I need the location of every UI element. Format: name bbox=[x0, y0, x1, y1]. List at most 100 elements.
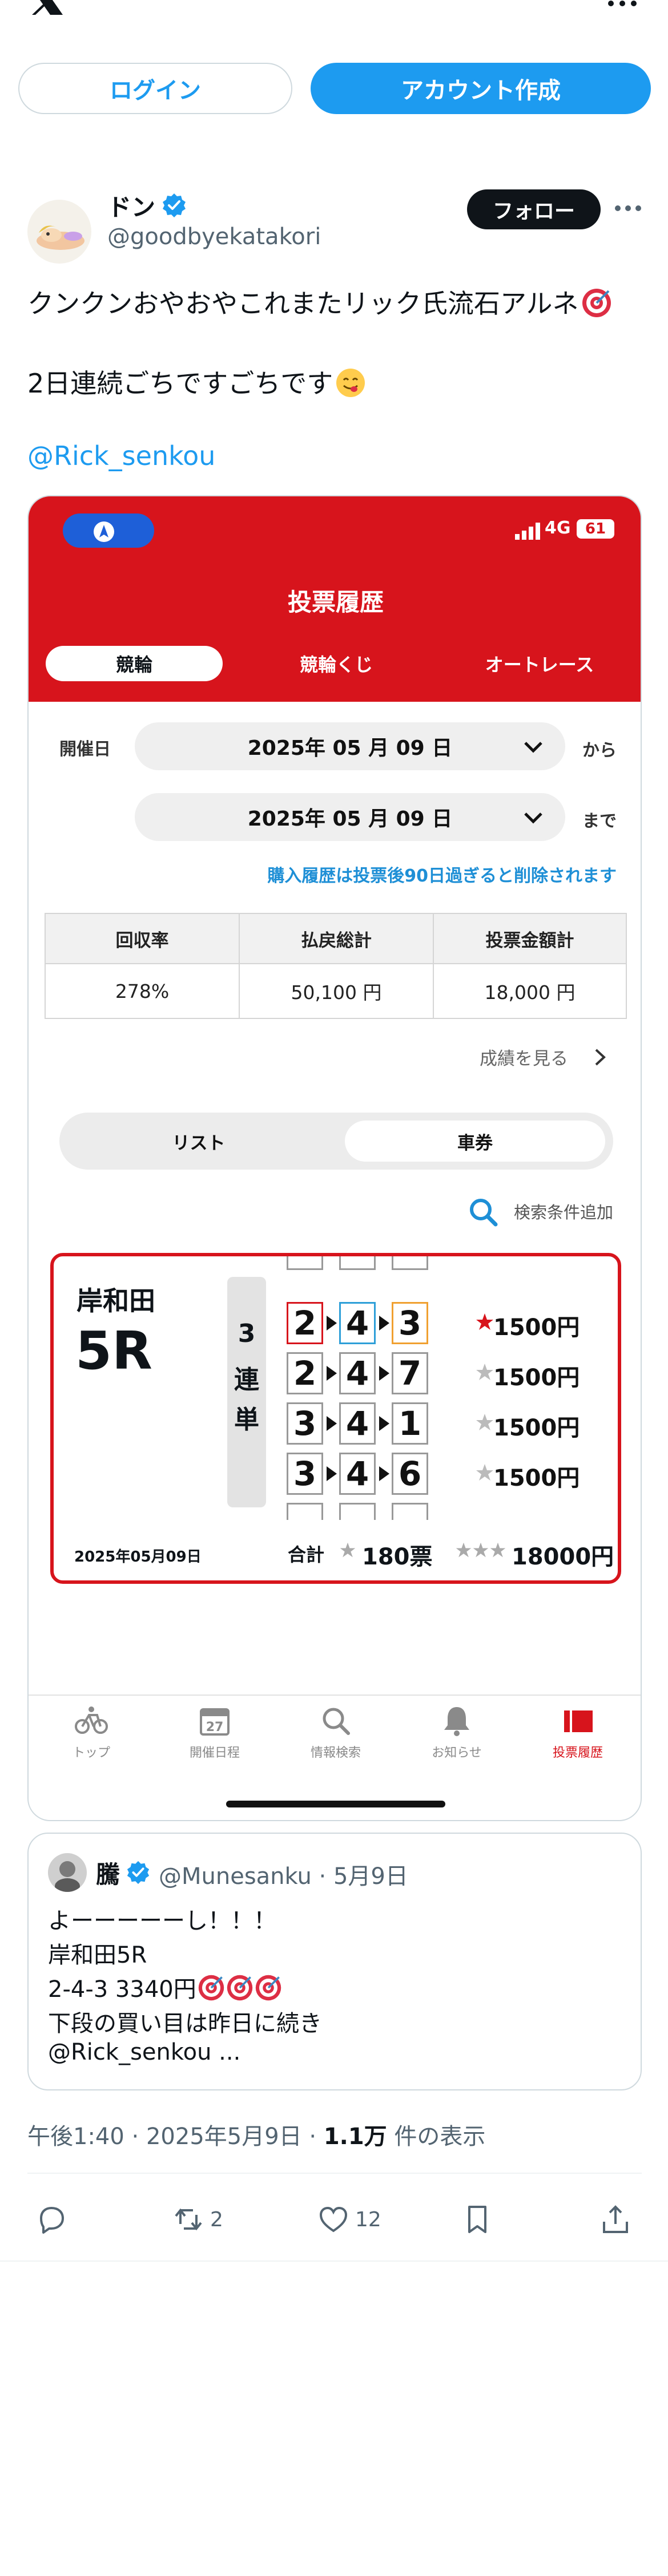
login-button[interactable]: ログイン bbox=[18, 63, 292, 114]
tab-keirin-kuji: 競輪くじ bbox=[299, 654, 373, 676]
verified-badge-icon bbox=[127, 1861, 150, 1885]
date-from-select: 2025年 05 月 09 日 bbox=[135, 722, 565, 770]
arrow-icon bbox=[327, 1466, 337, 1481]
ticket-amount: 1500円 bbox=[493, 1415, 580, 1441]
tweet-text-line-1: クンクンおやおやこれまたリック氏流石アルネ bbox=[27, 283, 612, 321]
ticket-number-partial bbox=[392, 1256, 428, 1270]
total-votes: 180票 bbox=[362, 1544, 433, 1570]
share-button[interactable] bbox=[599, 2199, 631, 2239]
star-icon bbox=[476, 1464, 493, 1481]
avatar[interactable] bbox=[27, 200, 91, 264]
table-header: 投票金額計 bbox=[434, 914, 626, 964]
bet-type-char: 連 bbox=[234, 1365, 259, 1394]
nav-schedule: 27 開催日程 bbox=[163, 1705, 266, 1761]
direct-hit-emoji bbox=[582, 289, 611, 317]
more-options-icon[interactable] bbox=[612, 197, 644, 220]
ticket-number-partial bbox=[339, 1256, 376, 1270]
chevron-down-icon bbox=[524, 812, 542, 824]
arrow-icon bbox=[379, 1466, 389, 1481]
nav-search: 情報検索 bbox=[284, 1705, 387, 1761]
reply-icon bbox=[40, 2207, 64, 2234]
betting-ticket: 岸和田 5R 3 連 単 2 4 3 1500円 2 4 7 1500円 3 4… bbox=[50, 1253, 621, 1584]
arrow-icon bbox=[379, 1366, 389, 1381]
triple-star-icon bbox=[456, 1542, 506, 1558]
follow-button[interactable]: フォロー bbox=[467, 189, 601, 229]
bicycle-icon bbox=[75, 1706, 108, 1734]
quoted-tweet[interactable]: 騰 @Munesanku · 5月9日 よーーーーーし！！！ 岸和田5R 2-4… bbox=[27, 1833, 642, 2090]
arrow-icon bbox=[379, 1416, 389, 1431]
view-count: 1.1万 bbox=[323, 2124, 387, 2150]
retweet-button[interactable]: 2 bbox=[172, 2199, 223, 2239]
calendar-icon: 27 bbox=[200, 1708, 230, 1736]
quote-line: 2-4-3 3340円 bbox=[48, 1971, 282, 2004]
ticket-venue: 岸和田 bbox=[77, 1285, 155, 1316]
ticket-number: 1 bbox=[392, 1402, 428, 1445]
divider bbox=[27, 2173, 642, 2174]
to-label: まで bbox=[582, 811, 617, 831]
nav-notifications: お知らせ bbox=[405, 1705, 508, 1761]
direct-hit-emoji bbox=[198, 1975, 224, 2001]
ticket-number: 4 bbox=[339, 1402, 376, 1445]
author-handle[interactable]: @goodbyekatakori bbox=[107, 224, 321, 250]
arrow-icon bbox=[327, 1366, 337, 1381]
signal-icon bbox=[515, 523, 540, 540]
home-indicator bbox=[226, 1801, 445, 1807]
ticket-number-partial bbox=[287, 1503, 323, 1520]
bookmark-icon bbox=[468, 2206, 486, 2233]
quote-line: 下段の買い目は昨日に続き bbox=[48, 2011, 322, 2037]
chevron-down-icon bbox=[524, 742, 542, 753]
ticket-number-partial bbox=[339, 1503, 376, 1520]
share-icon bbox=[603, 2205, 628, 2233]
quote-line: @Rick_senkou ... bbox=[48, 2039, 241, 2065]
ticket-number: 3 bbox=[287, 1402, 323, 1445]
direct-hit-emoji bbox=[227, 1975, 252, 2001]
search-icon bbox=[470, 1199, 498, 1227]
tweet-text-line-2: 2日連続ごちですごちです bbox=[27, 363, 366, 401]
bookmark-button[interactable] bbox=[461, 2199, 493, 2239]
star-icon bbox=[476, 1414, 493, 1430]
reply-button[interactable] bbox=[35, 2199, 67, 2239]
like-button[interactable]: 12 bbox=[317, 2199, 381, 2239]
divider bbox=[0, 2260, 668, 2262]
app-title: 投票履歴 bbox=[287, 588, 384, 616]
table-header: 払戻総計 bbox=[240, 914, 434, 964]
ticket-number: 7 bbox=[392, 1352, 428, 1394]
table-cell: 278% bbox=[46, 964, 240, 1018]
mention-link[interactable]: @Rick_senkou bbox=[27, 440, 215, 471]
ticket-amount: 1500円 bbox=[493, 1365, 580, 1391]
more-icon[interactable] bbox=[605, 0, 639, 9]
author-name[interactable]: ドン bbox=[107, 188, 155, 223]
ticket-amount: 1500円 bbox=[493, 1315, 580, 1341]
ticket-number: 4 bbox=[339, 1352, 376, 1394]
ticket-number: 6 bbox=[392, 1453, 428, 1495]
star-icon bbox=[340, 1542, 356, 1558]
ticket-number: 2 bbox=[287, 1302, 323, 1344]
star-icon bbox=[476, 1313, 493, 1330]
table-cell: 18,000 円 bbox=[484, 981, 576, 1004]
table-cell: 50,100 円 bbox=[240, 964, 434, 1018]
ticket-date: 2025年05月09日 bbox=[74, 1548, 202, 1566]
x-logo-icon[interactable] bbox=[27, 0, 67, 17]
calendar-day: 27 bbox=[206, 1720, 224, 1734]
battery-icon: 61 bbox=[577, 519, 614, 539]
bet-type-char: 3 bbox=[238, 1319, 256, 1348]
tweet-timestamp[interactable]: 午後1:40 · 2025年5月9日 · 1.1万 件の表示 bbox=[27, 2118, 485, 2151]
view-results-link: 成績を見る bbox=[480, 1049, 568, 1069]
table-header: 回収率 bbox=[46, 914, 240, 964]
ticket-number: 3 bbox=[287, 1453, 323, 1495]
nav-history: 投票履歴 bbox=[526, 1705, 629, 1761]
ticket-number: 4 bbox=[339, 1302, 376, 1344]
direct-hit-emoji bbox=[255, 1975, 281, 2001]
total-yen: 18000円 bbox=[512, 1544, 614, 1570]
deletion-notice: 購入履歴は投票後90日過ぎると削除されます bbox=[267, 866, 617, 886]
ticket-number: 3 bbox=[392, 1302, 428, 1344]
ticket-number-partial bbox=[287, 1256, 323, 1270]
star-icon bbox=[476, 1364, 493, 1380]
date-label: 開催日 bbox=[59, 739, 111, 759]
create-account-button[interactable]: アカウント作成 bbox=[311, 63, 651, 114]
tweet-media-image[interactable]: 4G 61 投票履歴 競輪 競輪くじ オートレース 開催日 2025年 05 月… bbox=[27, 495, 642, 1821]
arrow-icon bbox=[327, 1416, 337, 1431]
yum-face-emoji bbox=[336, 369, 365, 397]
segment-ticket: 車券 bbox=[345, 1121, 605, 1162]
date-to-select: 2025年 05 月 09 日 bbox=[135, 793, 565, 841]
